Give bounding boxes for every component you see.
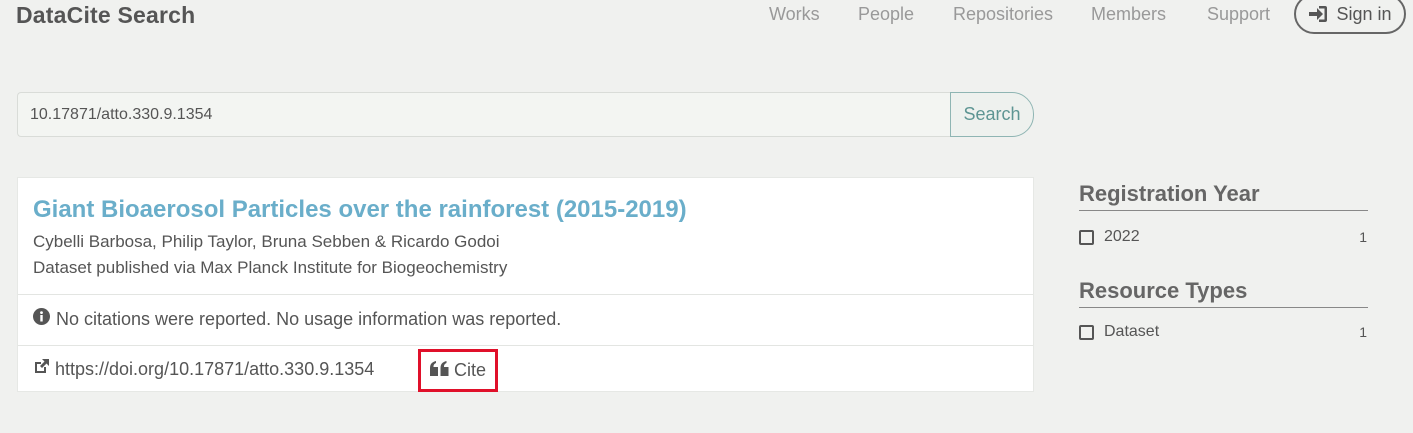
search-button[interactable]: Search [950,92,1034,137]
sign-in-label: Sign in [1336,3,1392,24]
doi-link[interactable]: https://doi.org/10.17871/atto.330.9.1354 [33,358,374,380]
metrics-row: No citations were reported. No usage inf… [33,308,561,330]
result-authors: Cybelli Barbosa, Philip Taylor, Bruna Se… [33,232,500,251]
nav-support[interactable]: Support [1207,4,1270,25]
result-publisher: Dataset published via Max Planck Institu… [33,258,508,277]
facet-label: 2022 [1104,228,1140,245]
top-nav: Works People Repositories Members Suppor… [0,0,1413,34]
checkbox[interactable] [1079,324,1094,340]
nav-repositories[interactable]: Repositories [953,4,1053,25]
cite-label: Cite [453,360,486,380]
external-link-icon [33,358,50,380]
search-input[interactable] [17,92,950,137]
facet-title-resource-types: Resource Types [1079,278,1368,308]
facet-item-2022[interactable]: 2022 1 [1079,228,1368,246]
facet-item-dataset[interactable]: Dataset 1 [1079,323,1368,341]
divider [18,294,1033,295]
result-actions: https://doi.org/10.17871/atto.330.9.1354… [33,349,498,392]
result-title[interactable]: Giant Bioaerosol Particles over the rain… [33,196,687,224]
metrics-text: No citations were reported. No usage inf… [56,308,562,329]
result-card: Giant Bioaerosol Particles over the rain… [17,177,1034,392]
divider [18,345,1033,346]
doi-url: https://doi.org/10.17871/atto.330.9.1354 [55,358,375,379]
sign-in-button[interactable]: Sign in [1294,0,1406,34]
facet-title-registration-year: Registration Year [1079,181,1368,211]
search-bar: Search [17,92,1034,137]
cite-button[interactable]: Cite [418,349,498,392]
quote-icon [429,360,449,381]
facet-label: Dataset [1104,323,1160,340]
nav-members[interactable]: Members [1091,4,1166,25]
facet-count: 1 [1359,324,1367,340]
nav-people[interactable]: People [858,4,914,25]
info-icon [33,308,50,330]
checkbox[interactable] [1079,229,1094,245]
nav-works[interactable]: Works [769,4,820,25]
facet-count: 1 [1359,229,1367,245]
sign-in-icon [1308,5,1328,23]
